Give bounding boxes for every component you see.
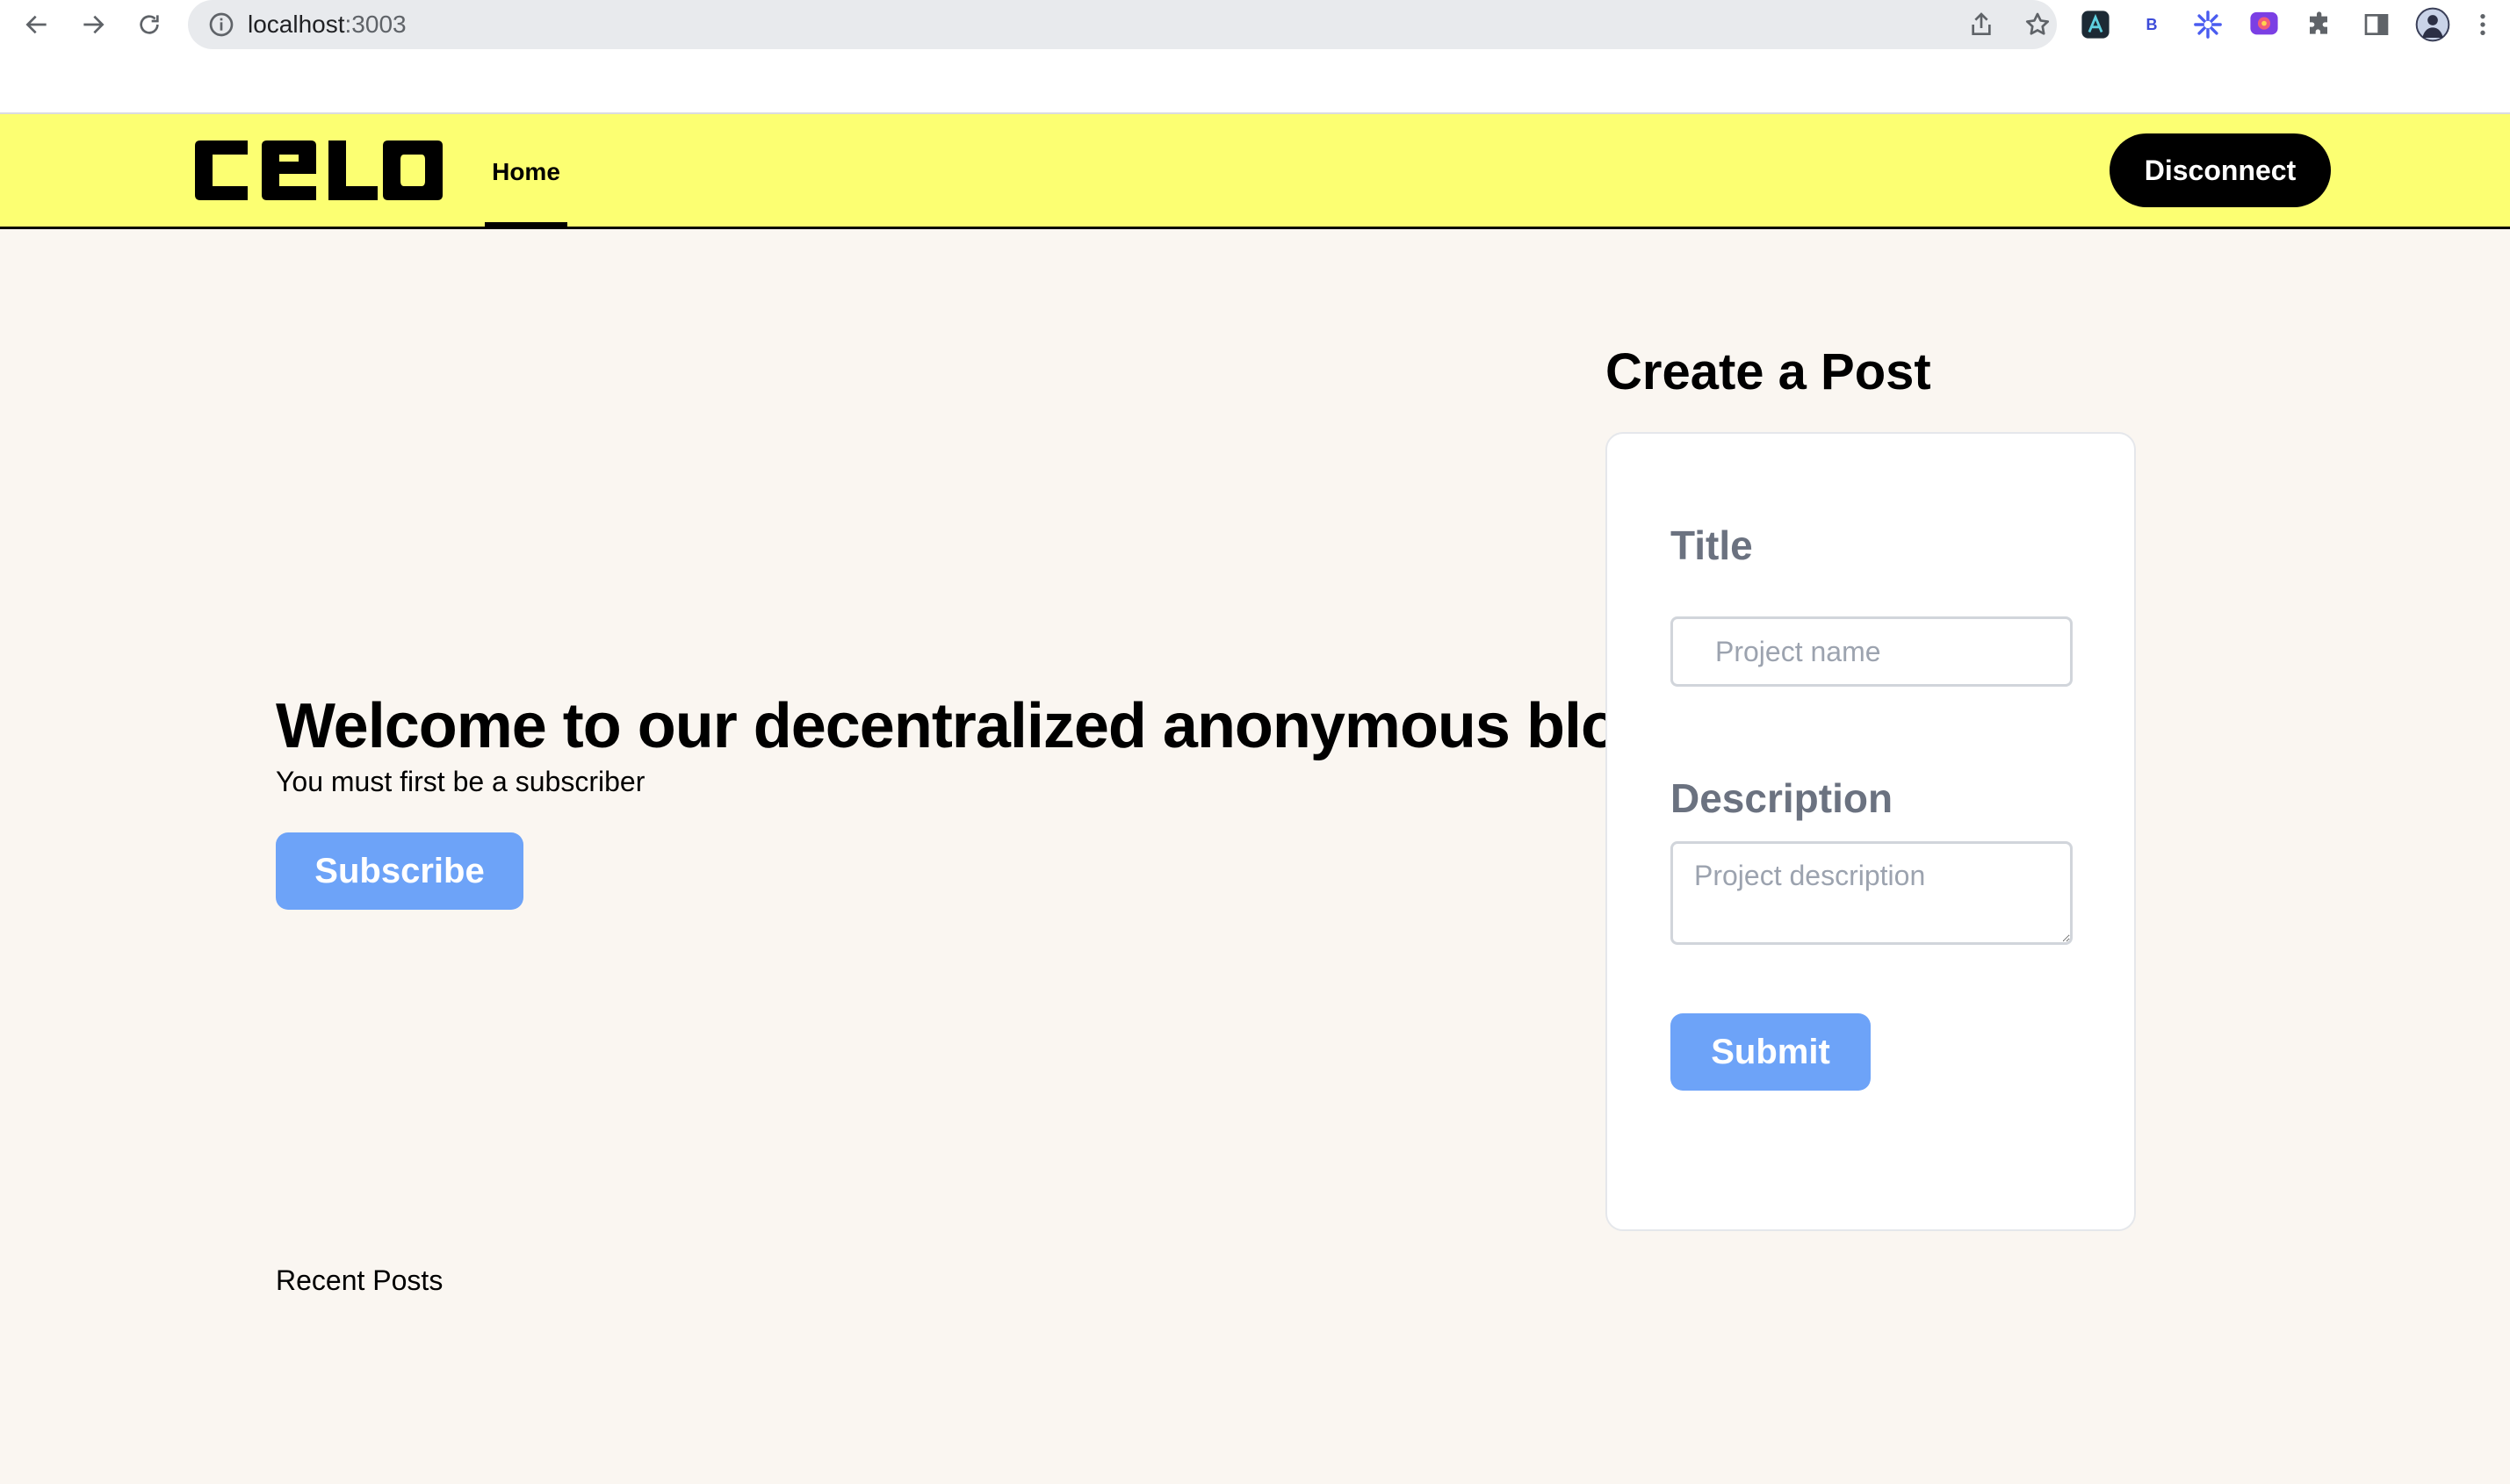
extension-b-label: B	[2146, 15, 2158, 33]
arrow-right-icon[interactable]	[76, 7, 111, 42]
celo-logo-mark	[195, 140, 443, 200]
submit-button[interactable]: Submit	[1670, 1013, 1871, 1091]
url-host: localhost	[248, 11, 345, 38]
hero-title: Welcome to our decentralized anonymous b…	[276, 691, 1657, 761]
celo-logo[interactable]	[193, 139, 444, 202]
arrow-left-icon[interactable]	[19, 7, 54, 42]
url-port: :3003	[344, 11, 407, 38]
extension-b-icon[interactable]: B	[2134, 7, 2169, 42]
title-input[interactable]	[1670, 616, 2073, 687]
extension-a-icon[interactable]	[2078, 7, 2113, 42]
recent-posts-heading: Recent Posts	[276, 1264, 444, 1296]
side-panel-icon[interactable]	[2359, 7, 2394, 42]
site-header: Home Disconnect	[0, 114, 2510, 229]
puzzle-icon[interactable]	[2303, 7, 2338, 42]
nav-home-label: Home	[492, 158, 560, 185]
address-bar[interactable]: localhost:3003	[188, 0, 2057, 49]
title-label: Title	[1670, 522, 1753, 568]
profile-avatar-icon[interactable]	[2415, 7, 2450, 42]
create-post-heading: Create a Post	[1605, 343, 1931, 400]
more-vert-icon[interactable]	[2470, 7, 2496, 42]
extension-chat-icon[interactable]	[2247, 7, 2282, 42]
subscribe-button[interactable]: Subscribe	[276, 832, 523, 910]
reload-icon[interactable]	[132, 7, 167, 42]
nav-home-tab[interactable]: Home	[485, 114, 567, 227]
hero-subtitle: You must first be a subscriber	[276, 766, 646, 797]
info-icon[interactable]	[207, 11, 235, 39]
star-icon[interactable]	[2023, 11, 2052, 39]
share-icon[interactable]	[1967, 11, 1995, 39]
description-label: Description	[1670, 775, 1893, 821]
disconnect-button[interactable]: Disconnect	[2110, 133, 2331, 207]
active-tab-indicator	[485, 222, 567, 227]
url-text: localhost:3003	[248, 0, 407, 49]
extension-burst-icon[interactable]	[2190, 7, 2225, 42]
browser-toolbar: localhost:3003 B	[0, 0, 2510, 114]
description-textarea[interactable]	[1670, 841, 2073, 945]
